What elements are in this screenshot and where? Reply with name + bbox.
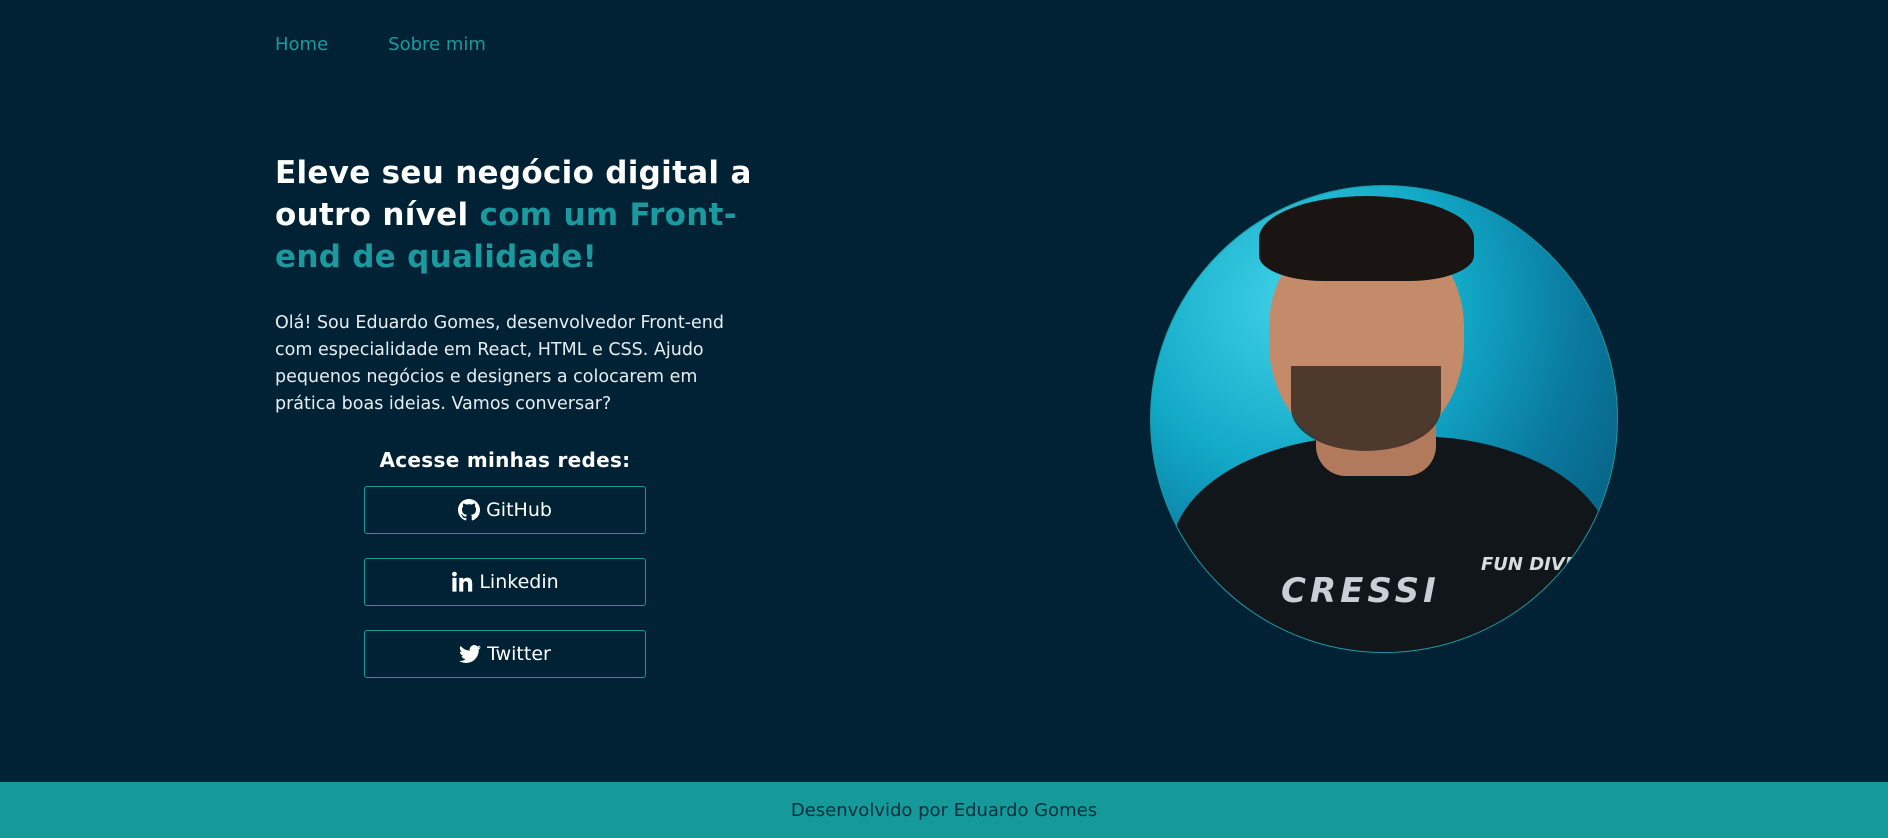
nav-about-link[interactable]: Sobre mim	[388, 34, 486, 55]
github-icon	[458, 499, 481, 521]
profile-photo: CRESSI FUN DIVE	[1150, 185, 1618, 653]
hero-headline: Eleve seu negócio digital a outro nível …	[275, 152, 755, 278]
nav-home-link[interactable]: Home	[275, 34, 328, 55]
twitter-button[interactable]: Twitter	[364, 630, 646, 678]
hero-section: Eleve seu negócio digital a outro nível …	[275, 152, 755, 702]
page-footer: Desenvolvido por Eduardo Gomes	[0, 782, 1888, 838]
top-nav: Home Sobre mim	[275, 34, 486, 55]
linkedin-label: Linkedin	[479, 571, 559, 593]
linkedin-button[interactable]: Linkedin	[364, 558, 646, 606]
photo-hair	[1259, 196, 1474, 281]
twitter-icon	[459, 645, 482, 663]
github-button[interactable]: GitHub	[364, 486, 646, 534]
twitter-label: Twitter	[487, 643, 551, 665]
linkedin-icon	[452, 571, 473, 592]
github-label: GitHub	[486, 499, 552, 521]
hero-intro: Olá! Sou Eduardo Gomes, desenvolvedor Fr…	[275, 313, 724, 414]
footer-text: Desenvolvido por Eduardo Gomes	[790, 799, 1098, 821]
photo-beard	[1291, 366, 1441, 451]
photo-shirt-brand: CRESSI	[1281, 571, 1440, 611]
photo-shirt-tag: FUN DIVE	[1481, 554, 1578, 575]
social-title: Acesse minhas redes:	[379, 448, 631, 472]
social-links: Acesse minhas redes: GitHub Linkedin Twi…	[364, 448, 646, 702]
